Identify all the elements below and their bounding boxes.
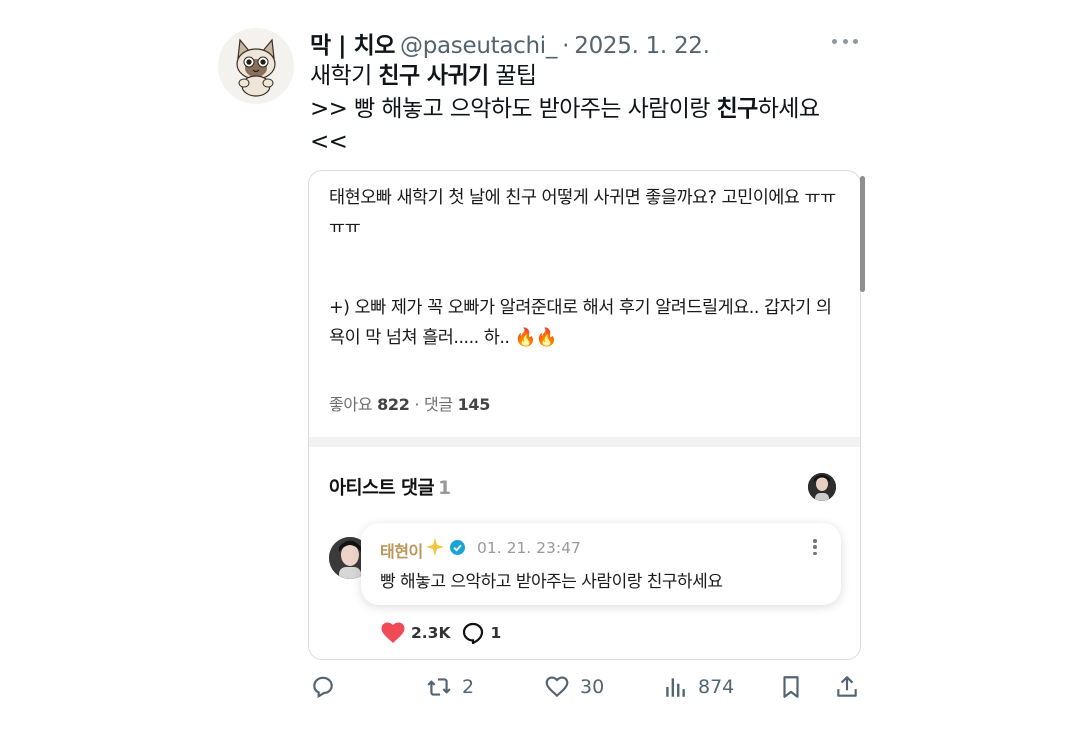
commenter-name[interactable]: 태현이: [380, 538, 423, 562]
artist-comment-bubble: 태현이 01. 21. 23:47 빵 해놓고 으악하고 받아주는 사람이랑 친…: [361, 523, 841, 605]
card-scroll-area: [308, 170, 865, 292]
section-divider: [309, 437, 860, 447]
like-button[interactable]: 30: [544, 674, 604, 700]
commenter-badges: [425, 537, 466, 557]
comment-reply-count: 1: [490, 624, 502, 642]
comment-reply-button[interactable]: 1: [462, 622, 501, 644]
display-name[interactable]: 막 | 치오: [310, 33, 395, 59]
comment-like-count: 2.3K: [411, 624, 451, 642]
tweet-actions: 2 30 874: [308, 674, 864, 704]
heart-outline-icon: [545, 676, 569, 698]
reply-button[interactable]: [310, 674, 336, 700]
comment-actions: 2.3K 1: [381, 622, 513, 644]
view-count: 874: [698, 676, 735, 698]
reply-icon: [313, 676, 333, 699]
likes-label: 좋아요: [329, 395, 373, 414]
artist-comments-header: 아티스트 댓글 1: [329, 474, 451, 500]
share-button[interactable]: [834, 674, 860, 700]
speech-bubble-icon: [463, 622, 484, 644]
heart-filled-icon: [381, 622, 405, 643]
artist-comments-count: 1: [438, 478, 451, 499]
tweet-text: 새학기 친구 사귀기 꿀팁 >> 빵 해놓고 으악하도 받아주는 사람이랑 친구…: [310, 60, 870, 159]
comment-like-button[interactable]: 2.3K: [381, 622, 450, 644]
likes-count: 822: [377, 395, 410, 414]
tweet-header: 막 | 치오 @paseutachi_ · 2025. 1. 22.: [310, 26, 860, 59]
more-options-icon[interactable]: [832, 34, 858, 48]
tweet-text-bold: 친구 사귀기: [378, 63, 489, 89]
comment-time: 01. 21. 23:47: [477, 539, 581, 557]
tweet-date[interactable]: 2025. 1. 22.: [574, 33, 710, 59]
tweet-text-fragment: <<: [310, 129, 348, 155]
bookmark-icon: [783, 676, 799, 698]
fan-post-body: 태현오빠 새학기 첫 날에 친구 어떻게 사귀면 좋을까요? 고민이에요 ㅠㅠㅠ…: [329, 183, 844, 353]
user-handle[interactable]: @paseutachi_: [400, 33, 557, 59]
verified-badge-icon: [450, 539, 465, 555]
artist-comments-title: 아티스트 댓글: [329, 478, 435, 499]
fan-post-paragraph: 태현오빠 새학기 첫 날에 친구 어떻게 사귀면 좋을까요? 고민이에요 ㅠㅠㅠ…: [329, 188, 836, 238]
cat-avatar-icon: [218, 28, 294, 104]
card-scrollbar[interactable]: [860, 176, 865, 292]
person-avatar-icon: [808, 473, 836, 501]
share-icon: [837, 676, 857, 697]
retweet-button[interactable]: 2: [426, 674, 474, 700]
comments-label: 댓글: [423, 395, 453, 414]
comment-more-icon[interactable]: [813, 539, 817, 555]
like-count: 30: [580, 676, 605, 698]
tweet-text-fragment: >> 빵 해놓고 으악하도 받아주는 사람이랑: [310, 96, 717, 122]
fan-post-paragraph: +) 오빠 제가 꼭 오빠가 알려준대로 해서 후기 알려드릴게요.. 갑자기 …: [329, 298, 832, 348]
views-button[interactable]: 874: [662, 674, 734, 700]
tweet-text-fragment: 하세요: [757, 96, 820, 122]
user-avatar[interactable]: [218, 28, 294, 104]
comments-count: 145: [457, 395, 491, 414]
artist-mini-avatar[interactable]: [808, 473, 836, 501]
retweet-icon: [427, 678, 451, 696]
stats-separator: ·: [414, 395, 420, 414]
sparkle-badge-icon: [426, 538, 444, 556]
comment-text: 빵 해놓고 으악하고 받아주는 사람이랑 친구하세요: [380, 572, 723, 592]
attached-image-card[interactable]: 태현오빠 새학기 첫 날에 친구 어떻게 사귀면 좋을까요? 고민이에요 ㅠㅠㅠ…: [308, 170, 861, 660]
analytics-icon: [666, 678, 685, 697]
retweet-count: 2: [462, 676, 475, 698]
post-stats: 좋아요 822 · 댓글 145: [329, 391, 490, 415]
separator-dot: ·: [562, 33, 570, 59]
tweet-text-bold: 친구: [716, 96, 759, 122]
tweet-text-fragment: 꿀팁: [488, 63, 537, 89]
bookmark-button[interactable]: [778, 674, 804, 700]
tweet-text-fragment: 새학기: [310, 63, 379, 89]
